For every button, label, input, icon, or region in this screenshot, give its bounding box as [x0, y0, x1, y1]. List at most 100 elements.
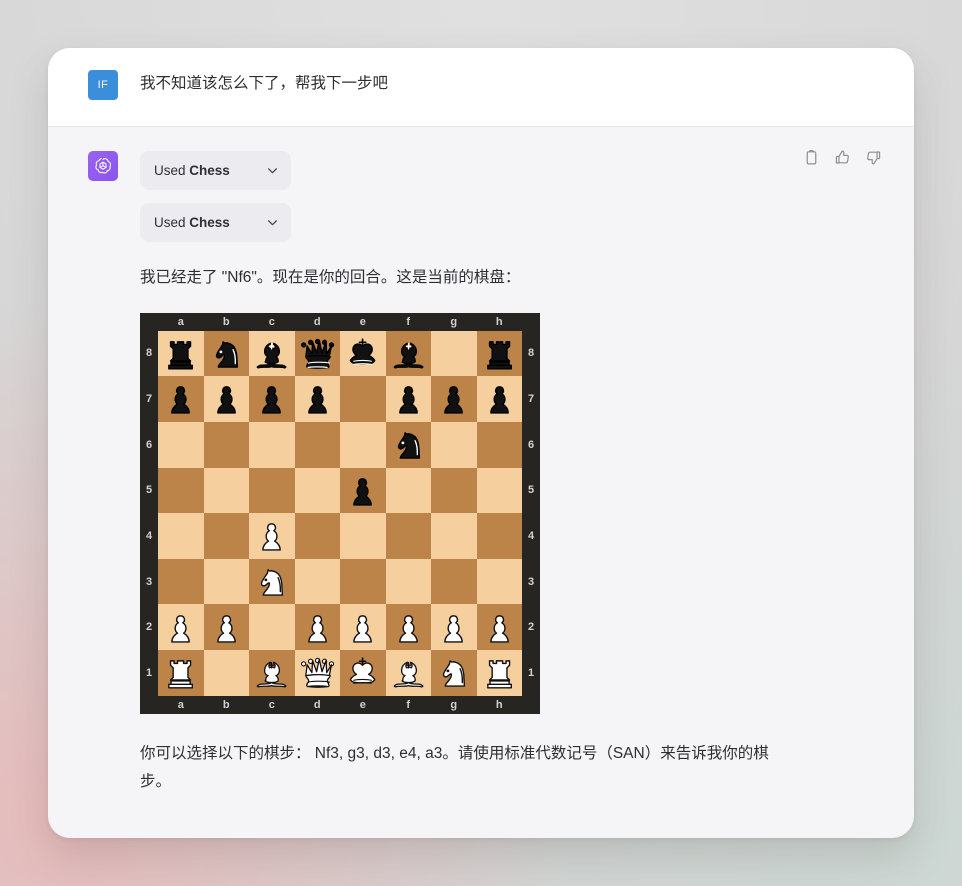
board-square-e5[interactable] [340, 467, 386, 514]
board-square-c5[interactable] [249, 467, 295, 514]
board-square-b2[interactable] [203, 604, 249, 651]
thumbs-up-icon[interactable] [834, 149, 851, 166]
board-rank-label-7: 7 [527, 393, 535, 406]
board-rank-label-6: 6 [145, 438, 153, 451]
board-square-h8[interactable] [476, 330, 522, 377]
board-square-g4[interactable] [431, 513, 477, 559]
board-rank-label-2: 2 [145, 621, 153, 634]
board-square-g8[interactable] [431, 330, 477, 377]
board-rank-label-3: 3 [145, 575, 153, 588]
board-square-a5[interactable] [158, 467, 204, 514]
board-file-labels-bottom: a b c d e f g h [158, 696, 522, 714]
board-square-b6[interactable] [203, 421, 249, 468]
board-square-h6[interactable] [476, 421, 522, 468]
board-rank-label-5: 5 [145, 484, 153, 497]
board-square-e1[interactable] [340, 650, 386, 696]
board-square-c4[interactable] [249, 513, 295, 559]
board-square-c6[interactable] [249, 421, 295, 468]
board-square-g6[interactable] [431, 421, 477, 468]
board-file-label-c: c [268, 315, 275, 328]
board-square-e4[interactable] [340, 513, 386, 559]
board-square-c8[interactable] [249, 330, 295, 377]
board-squares[interactable] [158, 330, 522, 696]
board-square-f3[interactable] [385, 558, 431, 605]
chess-board[interactable]: abcdefgh 87654321 8 7 6 5 4 3 2 1 a b c … [140, 312, 540, 714]
board-square-f2[interactable] [385, 604, 431, 651]
board-rank-label-4: 4 [527, 529, 535, 542]
board-square-a8[interactable] [158, 330, 204, 377]
board-square-g3[interactable] [431, 558, 477, 605]
board-square-b4[interactable] [203, 513, 249, 559]
board-square-a6[interactable] [158, 421, 204, 468]
board-square-e3[interactable] [340, 558, 386, 605]
board-square-d7[interactable] [294, 376, 340, 422]
board-square-h3[interactable] [476, 558, 522, 605]
board-square-b8[interactable] [203, 330, 249, 377]
user-message-text: 我不知道该怎么下了，帮我下一步吧 [140, 75, 389, 92]
board-corner [522, 312, 540, 331]
board-square-d2[interactable] [294, 604, 340, 651]
board-square-f7[interactable] [385, 376, 431, 422]
board-file-label-b: b [222, 315, 230, 328]
board-square-b5[interactable] [203, 467, 249, 514]
board-corner [140, 312, 158, 331]
chevron-down-icon[interactable] [266, 216, 279, 229]
tool-chip-chess-1[interactable]: Used Chess [140, 151, 291, 190]
board-square-h2[interactable] [476, 604, 522, 651]
board-square-c2[interactable] [249, 604, 295, 651]
board-square-a1[interactable] [158, 650, 204, 696]
board-rank-labels-right: 8 7 6 5 4 3 2 1 [522, 331, 540, 696]
board-file-label-b: b [222, 698, 230, 711]
board-rank-label-8: 8 [145, 347, 153, 360]
board-square-e7[interactable] [340, 376, 386, 422]
board-square-h5[interactable] [476, 467, 522, 514]
board-square-f8[interactable] [385, 330, 431, 377]
board-square-b3[interactable] [203, 558, 249, 605]
board-file-label-c: c [268, 698, 275, 711]
board-file-label-h: h [495, 315, 503, 328]
board-file-label-g: g [450, 315, 458, 328]
board-square-g2[interactable] [431, 604, 477, 651]
copy-icon[interactable] [803, 149, 820, 166]
board-square-d4[interactable] [294, 513, 340, 559]
board-square-g5[interactable] [431, 467, 477, 514]
board-square-a2[interactable] [158, 604, 204, 651]
board-square-h1[interactable] [476, 650, 522, 696]
board-square-g7[interactable] [431, 376, 477, 422]
board-square-e6[interactable] [340, 421, 386, 468]
openai-logo-icon [88, 151, 118, 181]
board-file-label-d: d [313, 698, 321, 711]
board-file-label-a: a [177, 315, 184, 328]
board-square-g1[interactable] [431, 650, 477, 696]
board-square-b1[interactable] [203, 650, 249, 696]
board-square-d5[interactable] [294, 467, 340, 514]
board-square-f6[interactable] [385, 421, 431, 468]
board-square-a3[interactable] [158, 558, 204, 605]
board-rank-label-8: 8 [527, 347, 535, 360]
board-square-b7[interactable] [203, 376, 249, 422]
board-square-c3[interactable] [249, 558, 295, 605]
board-rank-label-2: 2 [527, 621, 535, 634]
board-square-f5[interactable] [385, 467, 431, 514]
board-square-d6[interactable] [294, 421, 340, 468]
board-square-h4[interactable] [476, 513, 522, 559]
board-square-a4[interactable] [158, 513, 204, 559]
board-square-e2[interactable] [340, 604, 386, 651]
chevron-down-icon[interactable] [266, 164, 279, 177]
board-square-d1[interactable] [294, 650, 340, 696]
board-corner [140, 695, 158, 714]
board-corner [522, 695, 540, 714]
board-file-label-a: a [177, 698, 184, 711]
board-square-e8[interactable] [340, 330, 386, 377]
board-rank-label-4: 4 [145, 529, 153, 542]
tool-chip-chess-2[interactable]: Used Chess [140, 203, 291, 242]
board-square-f4[interactable] [385, 513, 431, 559]
board-square-f1[interactable] [385, 650, 431, 696]
board-square-d3[interactable] [294, 558, 340, 605]
thumbs-down-icon[interactable] [865, 149, 882, 166]
board-square-d8[interactable] [294, 330, 340, 377]
board-square-c7[interactable] [249, 376, 295, 422]
board-square-a7[interactable] [158, 376, 204, 422]
board-square-h7[interactable] [476, 376, 522, 422]
board-square-c1[interactable] [249, 650, 295, 696]
